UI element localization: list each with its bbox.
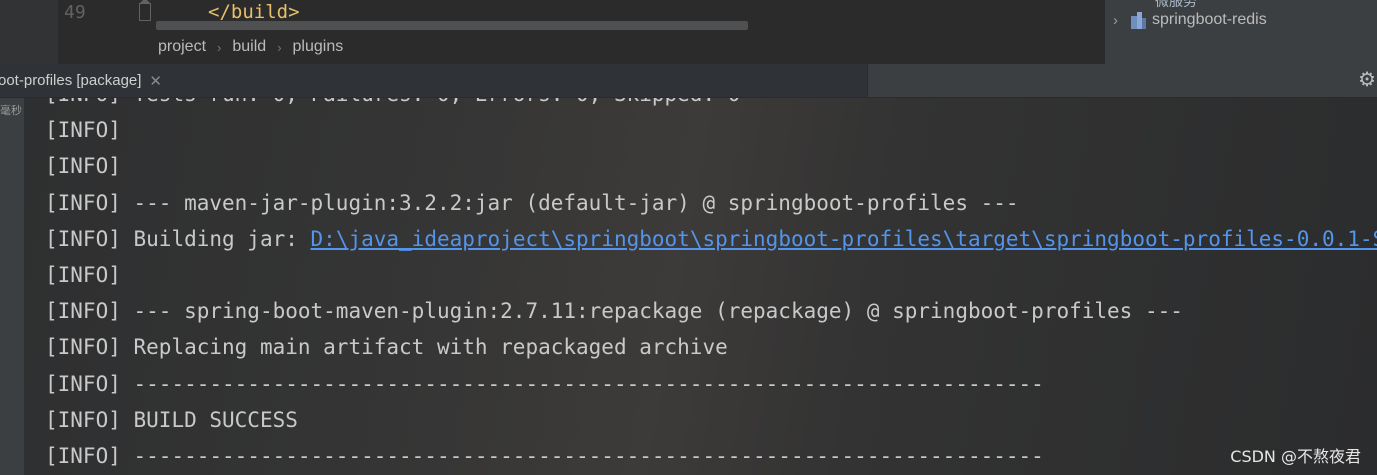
log-level-prefix: [INFO] [45, 154, 121, 179]
editor-gutter [0, 0, 58, 64]
horizontal-scrollbar[interactable] [156, 21, 748, 30]
console-line: [INFO] [45, 112, 1377, 148]
console-line: [INFO] BUILD SUCCESS [45, 402, 1377, 438]
fold-marker-icon[interactable] [139, 0, 151, 21]
log-message: --- spring-boot-maven-plugin:2.7.11:repa… [133, 299, 1183, 324]
log-level-prefix: [INFO] [45, 407, 134, 432]
log-message: Tests run: 0, Failures: 0, Errors: 0, Sk… [134, 98, 741, 106]
console-line: [INFO] Tests run: 0, Failures: 0, Errors… [45, 98, 1377, 112]
log-level-prefix: [INFO] [45, 190, 134, 215]
log-level-prefix: [INFO] [45, 299, 134, 324]
console-line: [INFO] ---------------------------------… [45, 438, 1377, 474]
code-line[interactable]: </build> [208, 1, 300, 23]
chevron-right-icon: › [217, 39, 222, 55]
log-level-prefix: [INFO] [45, 98, 134, 106]
chevron-right-icon: › [277, 39, 282, 55]
close-icon[interactable]: ✕ [149, 72, 162, 90]
console-line: [INFO] --- spring-boot-maven-plugin:2.7.… [45, 293, 1377, 329]
breadcrumb-item-build[interactable]: build [232, 38, 266, 56]
console-line: [INFO] ---------------------------------… [45, 366, 1377, 402]
run-tool-window-header: oot-profiles [package] ✕ ⚙ [0, 64, 1377, 98]
log-message: ----------------------------------------… [133, 443, 1044, 468]
console-output[interactable]: [INFO] Tests run: 0, Failures: 0, Errors… [24, 98, 1377, 475]
breadcrumb-item-plugins[interactable]: plugins [293, 38, 344, 56]
log-level-prefix: [INFO] [45, 226, 134, 251]
tree-item-label: springboot-redis [1152, 11, 1267, 28]
console-line: [INFO] --- maven-jar-plugin:3.2.2:jar (d… [45, 185, 1377, 221]
console-gutter: 毫秒 [0, 98, 24, 475]
module-folder-icon [1131, 11, 1146, 29]
chevron-right-icon[interactable]: › [1113, 12, 1131, 29]
console-line: [INFO] [45, 257, 1377, 293]
log-message: --- maven-jar-plugin:3.2.2:jar (default-… [133, 190, 1019, 215]
log-message: Replacing main artifact with repackaged … [133, 335, 728, 360]
tree-item-partial[interactable]: 微服务 [1155, 0, 1197, 11]
gear-icon[interactable]: ⚙ [1358, 69, 1376, 89]
log-level-prefix: [INFO] [45, 262, 121, 287]
run-tab[interactable]: oot-profiles [package] ✕ [0, 64, 868, 97]
console-line: [INFO] Replacing main artifact with repa… [45, 329, 1377, 365]
project-tree: 微服务 › springboot-redis [1104, 0, 1377, 64]
console-line: [INFO] Building jar: D:\java_ideaproject… [45, 221, 1377, 257]
console-lines: [INFO] Tests run: 0, Failures: 0, Errors… [45, 98, 1377, 474]
breadcrumb-item-project[interactable]: project [158, 38, 206, 56]
log-message: BUILD SUCCESS [133, 407, 298, 432]
log-message: Building jar: [133, 226, 311, 251]
line-number: 49 [64, 2, 86, 23]
console-line: [INFO] [45, 148, 1377, 184]
jar-path-link[interactable]: D:\java_ideaproject\springboot\springboo… [311, 227, 1377, 251]
watermark: CSDN @不熬夜君 [1230, 447, 1361, 466]
tree-item-springboot-redis[interactable]: › springboot-redis [1113, 11, 1267, 29]
log-level-prefix: [INFO] [45, 335, 134, 360]
log-level-prefix: [INFO] [45, 118, 121, 143]
breadcrumb: project › build › plugins [58, 30, 1104, 64]
gutter-text: 毫秒 [0, 104, 22, 117]
run-tab-label: oot-profiles [package] [0, 72, 142, 89]
log-level-prefix: [INFO] [45, 371, 134, 396]
log-message: ----------------------------------------… [133, 371, 1044, 396]
log-level-prefix: [INFO] [45, 443, 134, 468]
